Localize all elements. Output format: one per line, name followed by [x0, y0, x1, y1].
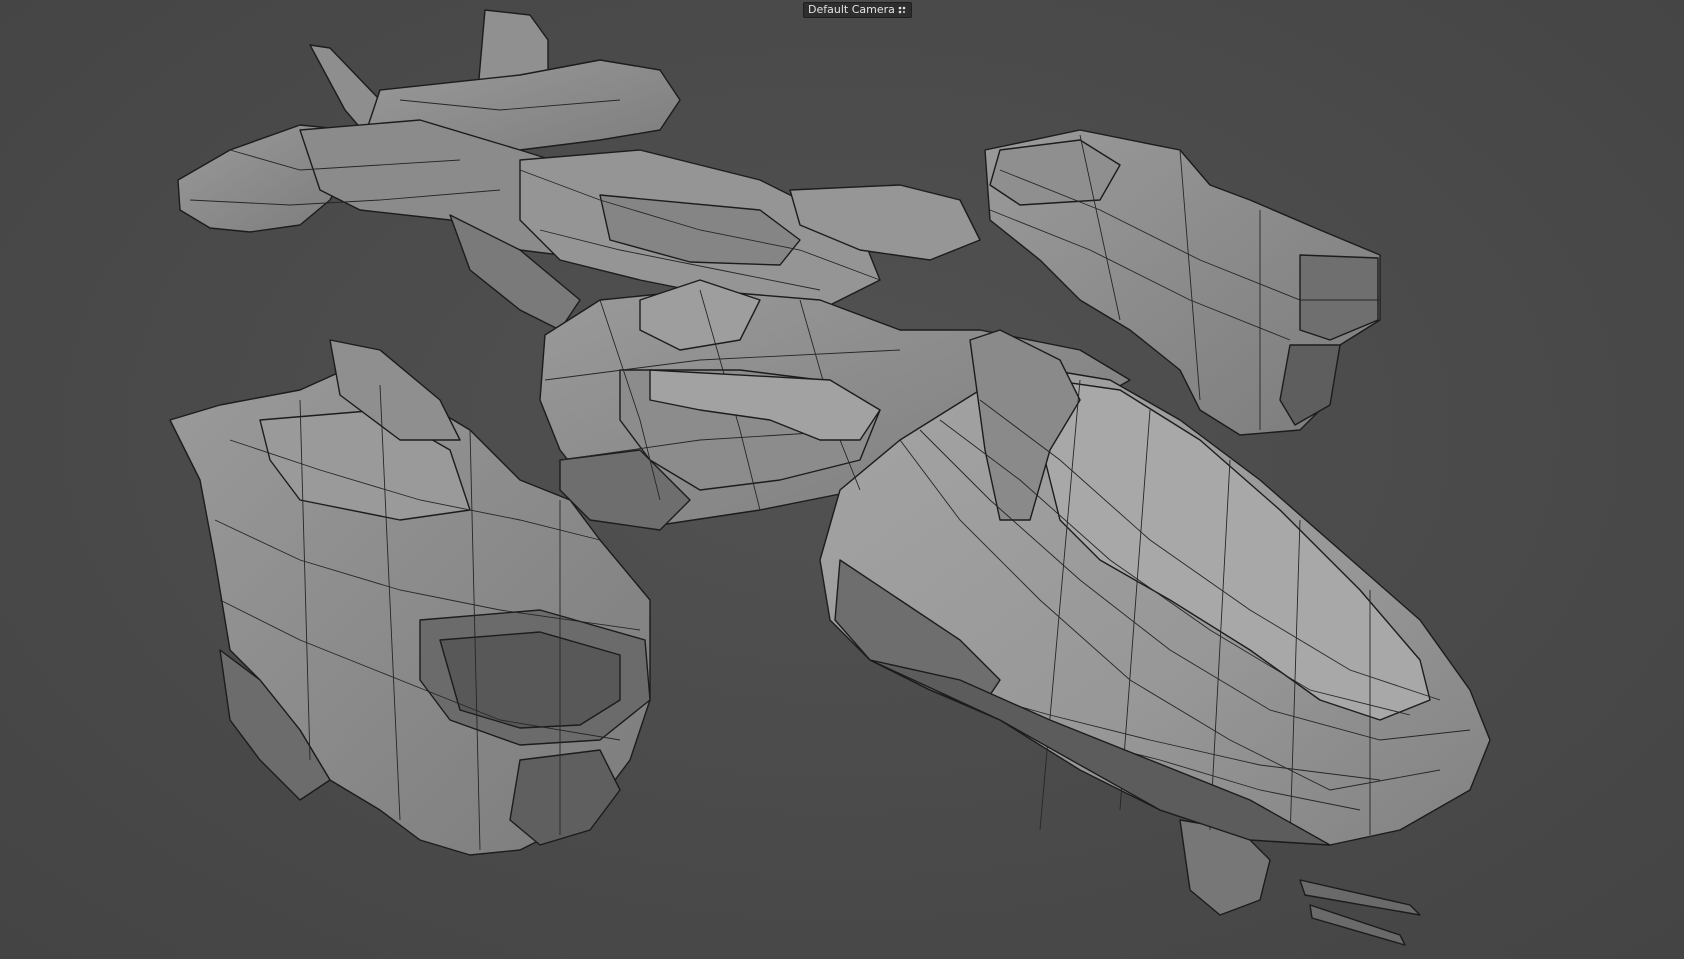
- nose-guns: [1299, 879, 1421, 946]
- spine-section: [519, 149, 981, 311]
- spaceship-model[interactable]: [0, 0, 1684, 959]
- 3d-viewport[interactable]: Default Camera: [0, 0, 1684, 959]
